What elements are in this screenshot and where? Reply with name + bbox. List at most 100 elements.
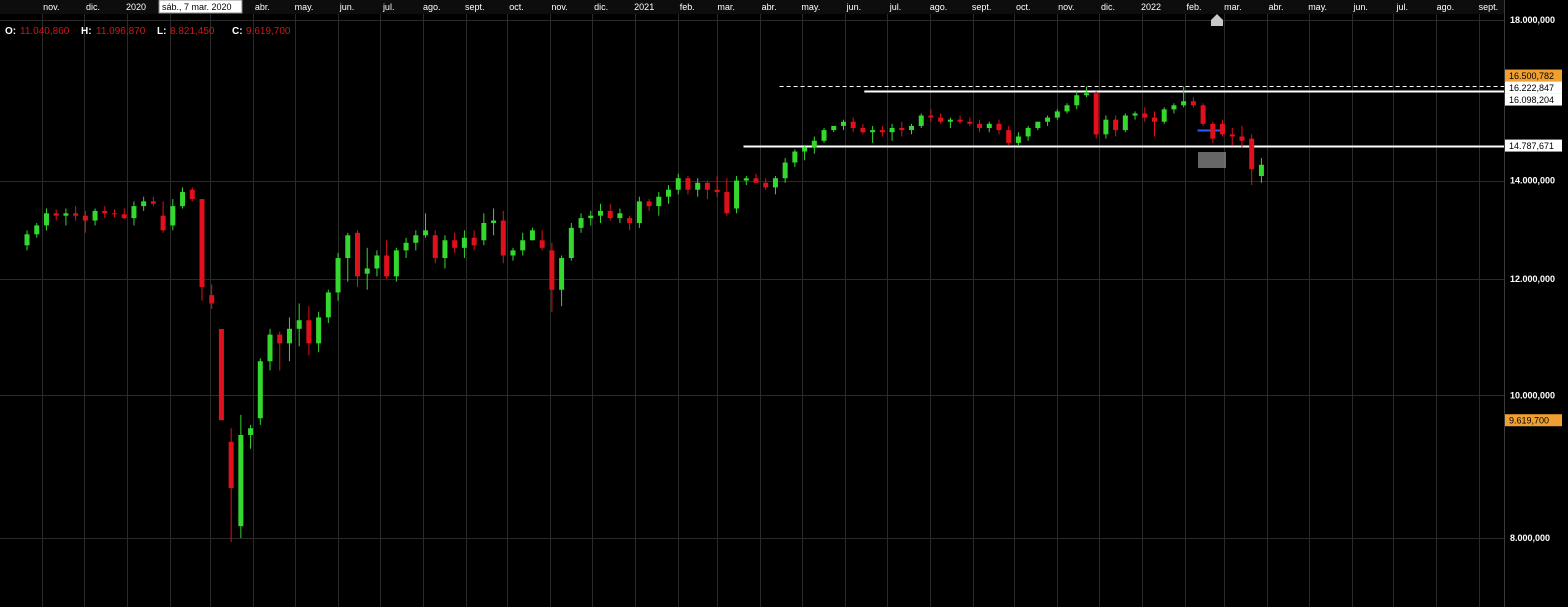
candle-body: [170, 206, 176, 226]
candle-down[interactable]: [1093, 91, 1099, 139]
candle-body: [704, 182, 710, 190]
x-tick-label: oct.: [1016, 2, 1031, 12]
chart-area[interactable]: nov. dic. 2020 feb. mar. abr. may. jun. jul. ago.…: [0, 0, 1568, 607]
price-tag-label: 16.222,847: [1509, 83, 1554, 93]
candle-body: [471, 237, 477, 246]
candle-body: [452, 240, 458, 248]
candle-up[interactable]: [821, 128, 827, 143]
x-tick-label: abr.: [1268, 2, 1283, 12]
candle-down[interactable]: [1200, 103, 1206, 126]
candle-up[interactable]: [734, 175, 740, 214]
candle-up[interactable]: [257, 358, 263, 425]
candle-body: [918, 115, 924, 126]
candle-body: [734, 180, 740, 209]
candle-body: [131, 206, 137, 219]
x-tick-label: may.: [1308, 2, 1327, 12]
x-tick-label: may.: [801, 2, 820, 12]
x-tick-label: oct.: [509, 2, 524, 12]
candle-body: [607, 210, 613, 219]
candle-body: [141, 201, 147, 207]
candle-body: [43, 213, 49, 226]
candle-body: [286, 328, 292, 344]
candle-body: [559, 258, 565, 290]
ohlc-close-value: 9.619,700: [246, 26, 291, 37]
x-tick-label: ago.: [930, 2, 948, 12]
candle-body: [102, 210, 108, 214]
candle-body: [1054, 111, 1060, 118]
x-tick-label: jun.: [339, 2, 355, 12]
candle-body: [306, 320, 312, 344]
candle-body: [578, 218, 584, 228]
candle-up[interactable]: [918, 113, 924, 129]
candle-body: [1181, 101, 1187, 106]
ohlc-low-value: 8.821,450: [170, 26, 215, 37]
candle-body: [384, 255, 390, 277]
candle-body: [666, 189, 672, 197]
x-tick-label: dic.: [1101, 2, 1115, 12]
candle-body: [656, 196, 662, 207]
candle-body: [1035, 121, 1041, 129]
x-tick-label: nov.: [551, 2, 567, 12]
candle-body: [325, 292, 331, 318]
candle-body: [238, 434, 244, 527]
candle-down[interactable]: [199, 199, 205, 301]
candle-body: [248, 428, 254, 435]
candle-body: [1025, 128, 1031, 137]
x-tick-label: dic.: [86, 2, 100, 12]
candle-body: [763, 182, 769, 188]
candle-body: [442, 240, 448, 259]
candle-body: [73, 213, 79, 216]
candle-body: [792, 151, 798, 163]
candle-body: [1200, 105, 1206, 124]
candle-body: [316, 317, 322, 344]
candle-body: [413, 235, 419, 243]
y-tick-label: 8.000,000: [1510, 533, 1550, 543]
candlestick-chart[interactable]: nov. dic. 2020 feb. mar. abr. may. jun. jul. ago.…: [0, 0, 1568, 607]
candle-body: [802, 147, 808, 152]
candle-body: [1249, 138, 1255, 170]
candle-body: [63, 213, 69, 216]
y-tick-label: 12.000,000: [1510, 274, 1555, 284]
candle-body: [1220, 123, 1226, 135]
ohlc-high-value: 11.096,870: [96, 26, 146, 37]
crosshair-date-tag: sáb., 7 mar. 2020: [158, 0, 243, 14]
candle-body: [520, 240, 526, 251]
candle-body: [335, 258, 341, 293]
candle-body: [986, 123, 992, 129]
ohlc-open-value: 11.040,860: [20, 26, 70, 37]
candle-up[interactable]: [1161, 107, 1167, 124]
candle-up[interactable]: [568, 222, 574, 261]
selection-marker[interactable]: [1198, 152, 1226, 168]
x-tick-label: nov.: [1058, 2, 1074, 12]
candle-body: [685, 178, 691, 190]
candle-body: [724, 192, 730, 214]
candle-body: [1161, 109, 1167, 122]
candle-body: [1210, 123, 1216, 139]
candle-body: [423, 230, 429, 236]
candle-body: [354, 232, 360, 277]
x-tick-label: 2021: [634, 2, 654, 12]
y-tick-label: 14.000,000: [1510, 176, 1555, 186]
x-tick-label: 2022: [1141, 2, 1161, 12]
candle-body: [510, 250, 516, 256]
candle-body: [53, 213, 59, 216]
candle-body: [850, 121, 856, 129]
x-tick-label: feb.: [1187, 2, 1202, 12]
candle-body: [1103, 119, 1109, 135]
candle-body: [199, 199, 205, 288]
candle-body: [947, 119, 953, 122]
candle-body: [529, 230, 535, 241]
candle-body: [257, 361, 263, 419]
candle-body: [296, 320, 302, 329]
candle-body: [549, 250, 555, 290]
price-tag-label: 9.619,700: [1509, 416, 1549, 426]
candle-up[interactable]: [1122, 113, 1128, 133]
candle-body: [180, 192, 186, 207]
candle-body: [277, 334, 283, 344]
candle-body: [977, 123, 983, 129]
candle-body: [1190, 101, 1196, 106]
x-tick-label: jul.: [889, 2, 902, 12]
candle-down[interactable]: [218, 328, 224, 421]
candle-body: [1171, 105, 1177, 110]
x-tick-label: jun.: [846, 2, 862, 12]
